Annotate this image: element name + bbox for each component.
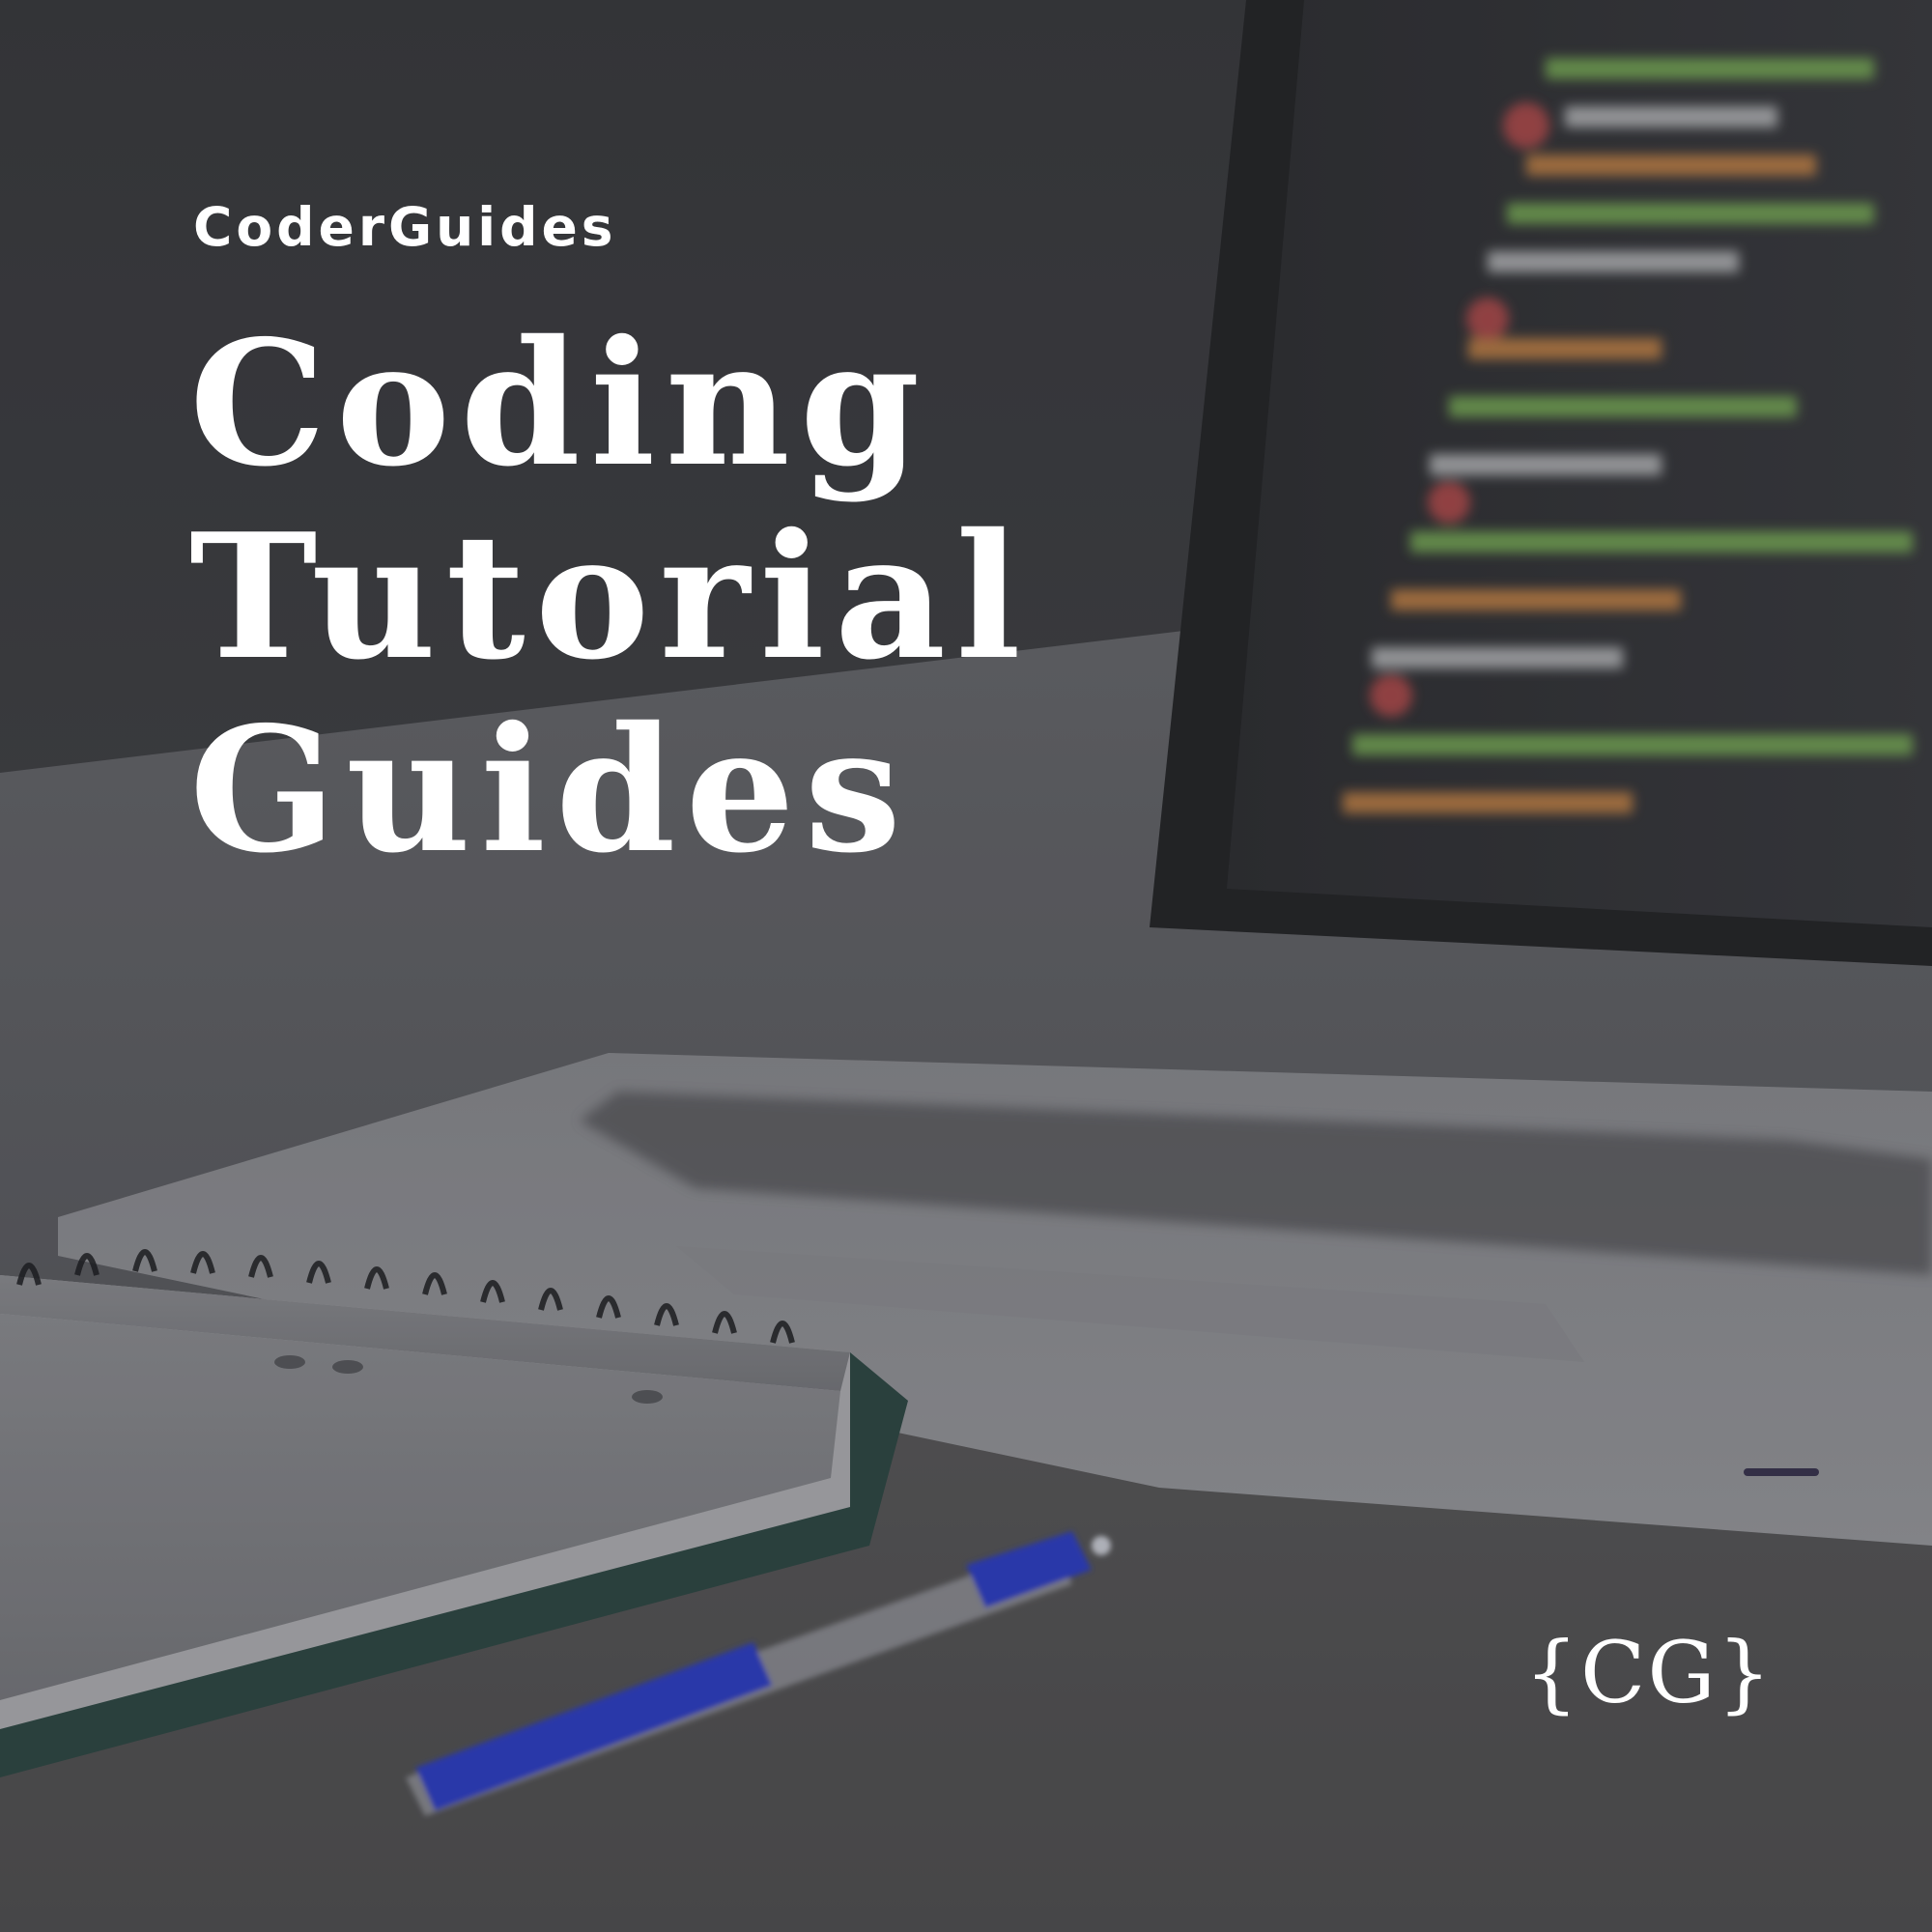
- headline-line-2: Tutorial: [189, 496, 1031, 697]
- headline-line-1: Coding: [189, 302, 930, 504]
- cover: CoderGuides Coding Tutorial Guides {CG}: [0, 0, 1932, 1932]
- logo-mark: {CG}: [1524, 1623, 1774, 1722]
- headline: Coding Tutorial Guides: [189, 307, 1031, 887]
- headline-line-3: Guides: [189, 689, 911, 891]
- brand-name: CoderGuides: [193, 196, 617, 258]
